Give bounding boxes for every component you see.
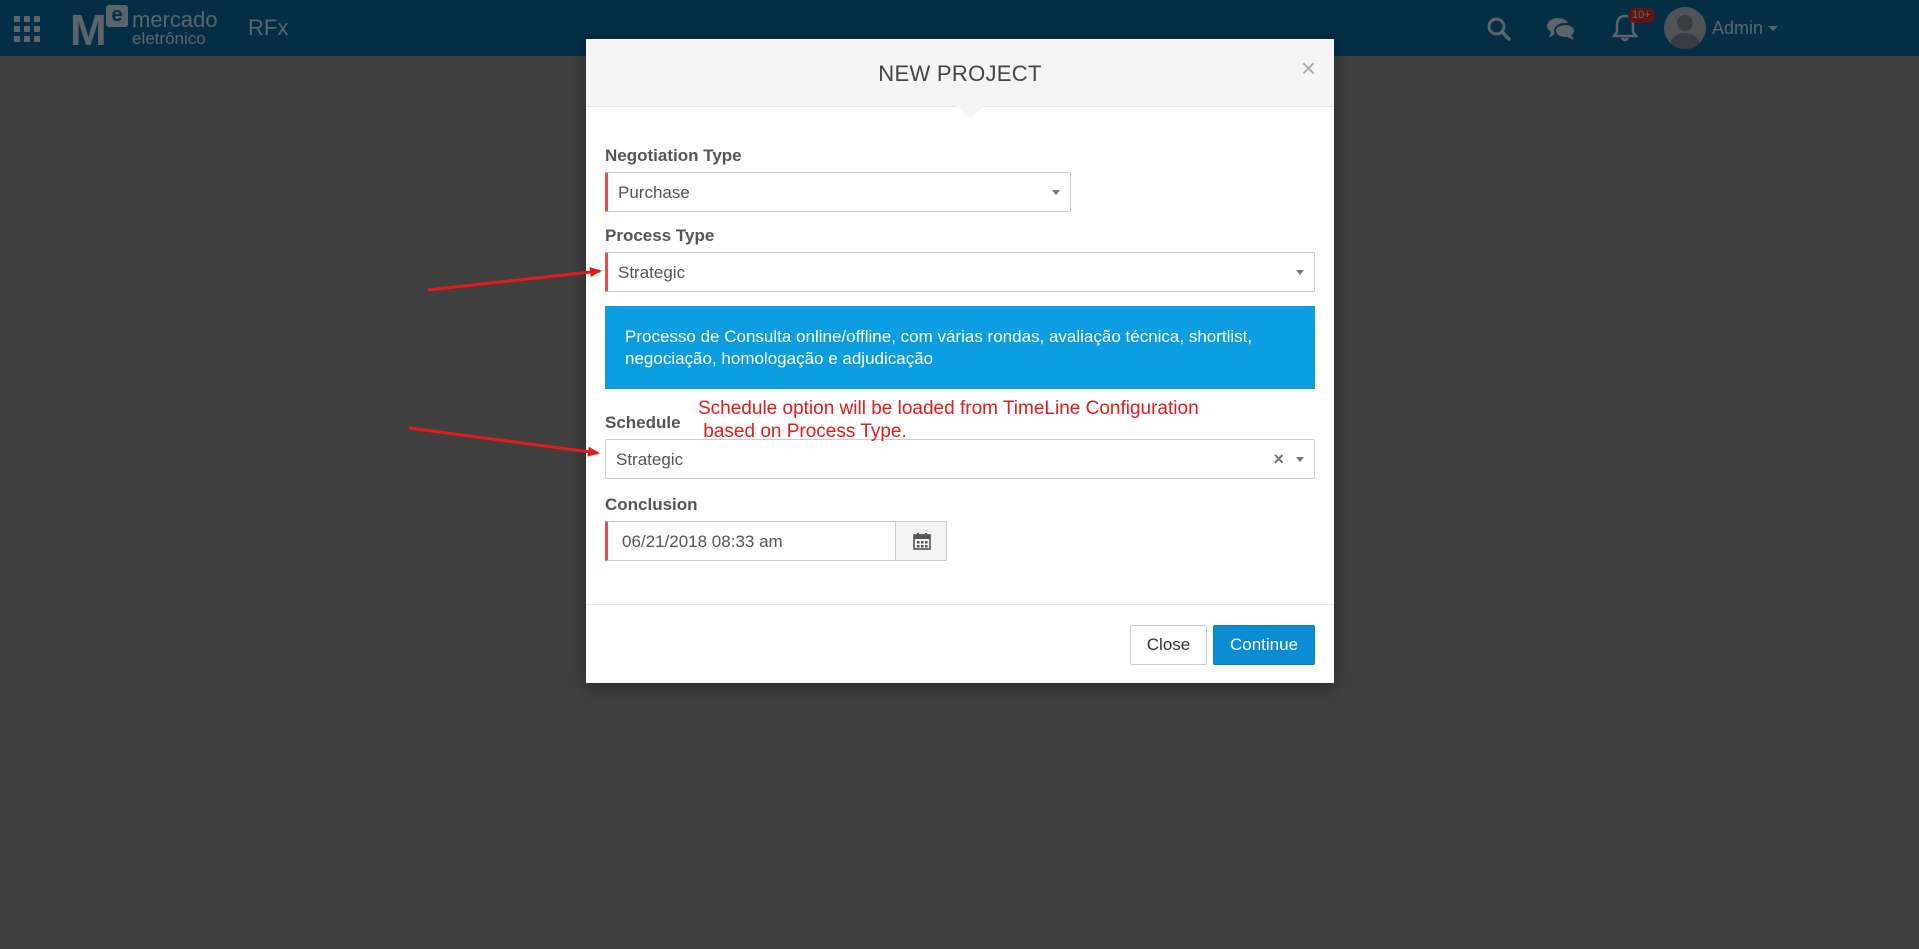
arrow-to-schedule xyxy=(408,426,600,457)
annotation-arrows xyxy=(408,267,602,457)
arrow-to-process-type xyxy=(427,267,602,292)
